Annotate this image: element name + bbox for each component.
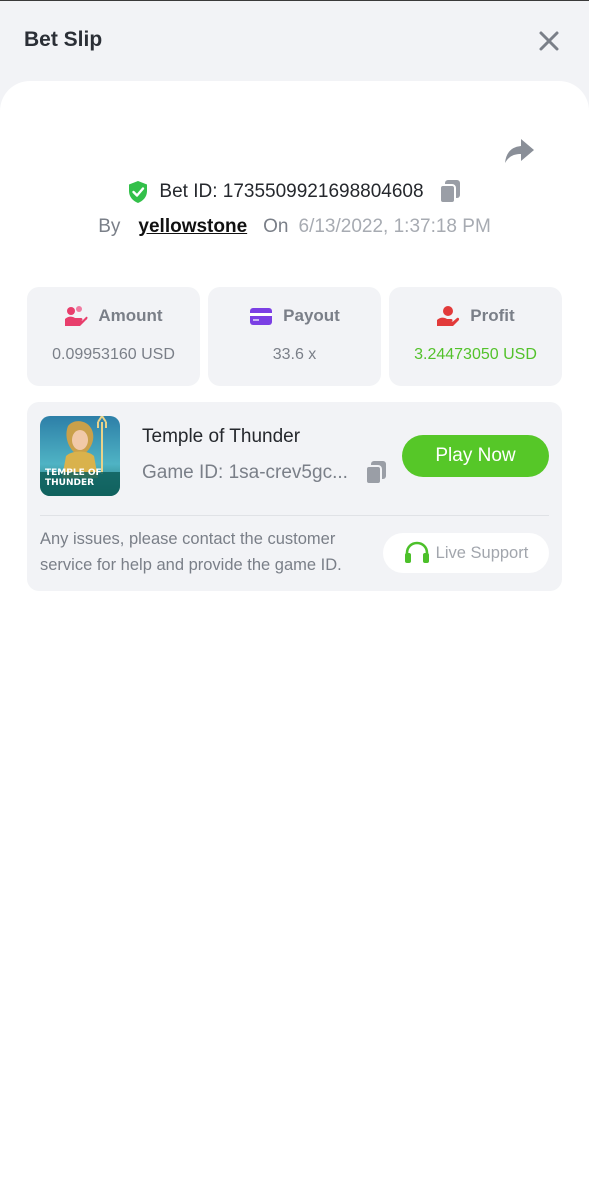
game-id: Game ID: 1sa-crev5gc... [142,462,348,483]
support-message: Any issues, please contact the customer … [40,530,342,574]
coins-hand-icon [65,306,88,326]
payout-value: 33.6 x [272,346,317,363]
thumbnail-title-line-1: TEMPLE OF [45,468,102,478]
by-label: By [98,216,121,237]
amount-value: 0.09953160 USD [52,346,175,363]
on-label: On [263,216,289,237]
payout-card: Payout 33.6 x [208,287,381,386]
live-support-label: Live Support [435,543,529,562]
card-icon [250,308,273,325]
shield-check-icon [129,181,148,203]
hand-coin-icon [437,306,460,326]
profit-label: Profit [470,306,515,325]
payout-label: Payout [283,306,340,325]
game-thumbnail[interactable]: TEMPLE OF THUNDER [40,416,120,496]
copy-bet-id-icon[interactable] [438,179,462,205]
copy-game-id-icon[interactable] [364,460,388,486]
username-link[interactable]: yellowstone [138,216,247,238]
bet-id: Bet ID: 1735509921698804608 [159,181,424,202]
page-title: Bet Slip [24,28,103,51]
share-icon[interactable] [503,136,535,166]
game-card: TEMPLE OF THUNDER Temple of Thunder Game… [27,402,562,591]
bet-slip-sheet [0,81,589,1200]
close-icon[interactable] [536,28,562,54]
profit-value: 3.24473050 USD [414,346,537,363]
bet-id-row: Bet ID: 1735509921698804608 [0,176,589,208]
header: Bet Slip [0,0,589,82]
amount-label: Amount [98,306,163,325]
bet-date: 6/13/2022, 1:37:18 PM [298,216,491,237]
headset-icon [404,541,429,563]
profit-card: Profit 3.24473050 USD [389,287,562,386]
thumbnail-title-line-2: THUNDER [45,478,95,488]
live-support-button[interactable]: Live Support [383,533,549,573]
play-now-button[interactable]: Play Now [402,435,549,477]
game-name: Temple of Thunder [142,426,301,447]
amount-card: Amount 0.09953160 USD [27,287,200,386]
bet-owner-row: By yellowstone On 6/13/2022, 1:37:18 PM [0,212,589,242]
divider [40,515,549,516]
